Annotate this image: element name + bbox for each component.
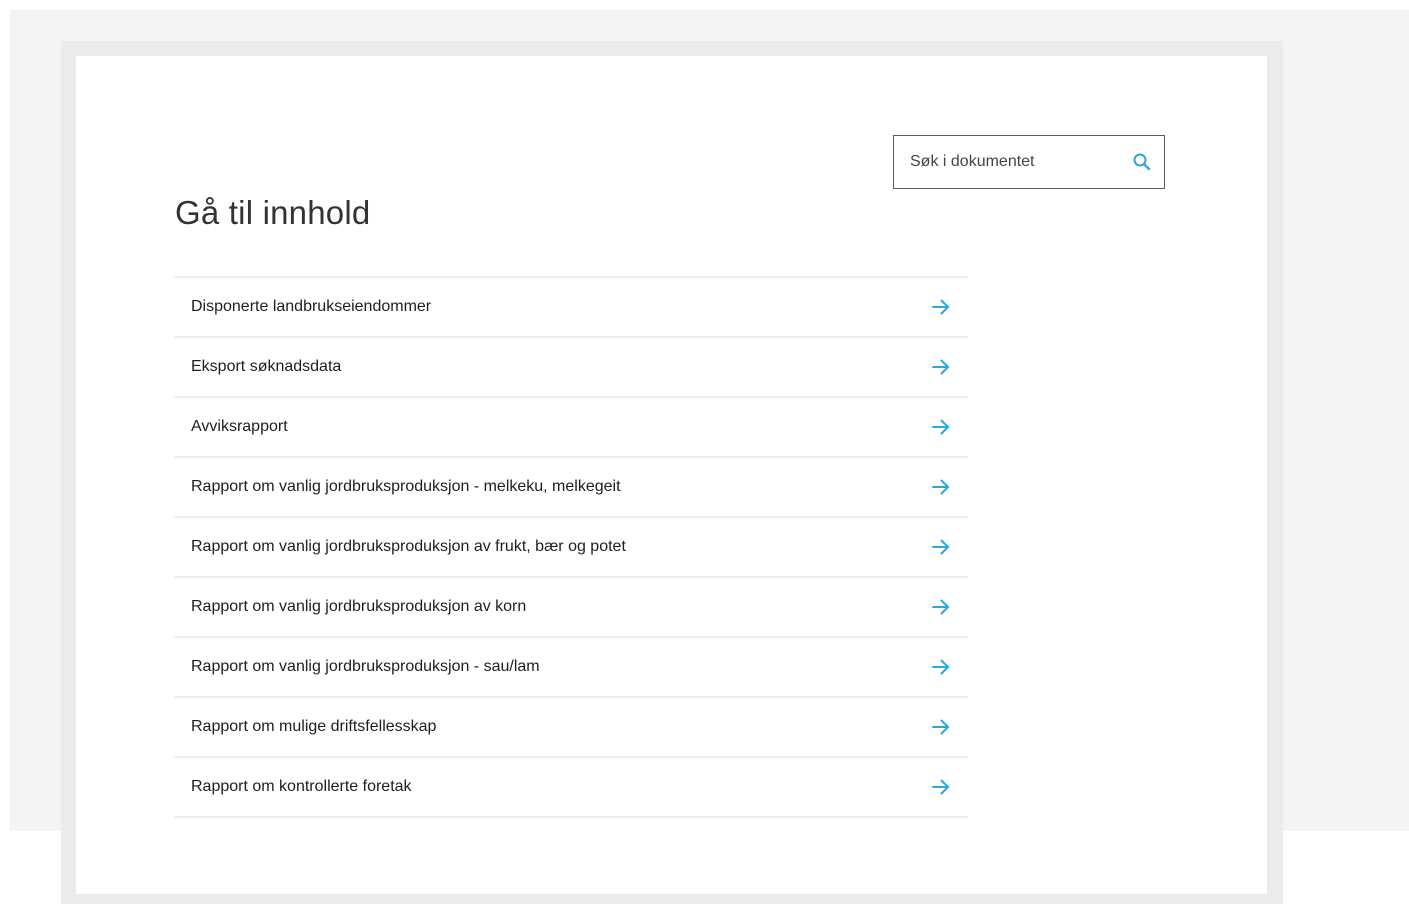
toc-item-label: Disponerte landbrukseiendommer — [191, 298, 432, 315]
search-input[interactable] — [894, 136, 1120, 188]
toc-item-kontrollerte-foretak[interactable]: Rapport om kontrollerte foretak — [174, 758, 968, 818]
arrow-right-icon — [932, 659, 949, 675]
toc-item-disponerte-landbrukseiendommer[interactable]: Disponerte landbrukseiendommer — [174, 278, 968, 338]
toc-item-label: Rapport om vanlig jordbruksproduksjon av… — [191, 598, 527, 615]
arrow-right-icon — [932, 539, 949, 555]
toc-item-frukt-baer-potet[interactable]: Rapport om vanlig jordbruksproduksjon av… — [174, 518, 968, 578]
search-box — [893, 135, 1165, 189]
arrow-right-icon — [932, 299, 949, 315]
toc-item-label: Rapport om vanlig jordbruksproduksjon - … — [191, 658, 540, 675]
arrow-right-icon — [932, 419, 949, 435]
toc-item-label: Rapport om vanlig jordbruksproduksjon av… — [191, 538, 626, 555]
arrow-right-icon — [932, 779, 949, 795]
toc-item-mulige-driftsfellesskap[interactable]: Rapport om mulige driftsfellesskap — [174, 698, 968, 758]
search-button[interactable] — [1120, 136, 1164, 188]
toc-item-melkeku-melkegeit[interactable]: Rapport om vanlig jordbruksproduksjon - … — [174, 458, 968, 518]
arrow-right-icon — [932, 719, 949, 735]
document-card: Gå til innhold Disponerte landbrukseiend… — [76, 56, 1267, 894]
toc-item-label: Rapport om mulige driftsfellesskap — [191, 718, 437, 735]
toc-item-korn[interactable]: Rapport om vanlig jordbruksproduksjon av… — [174, 578, 968, 638]
toc-item-eksport-soknadsdata[interactable]: Eksport søknadsdata — [174, 338, 968, 398]
toc-item-label: Rapport om kontrollerte foretak — [191, 778, 412, 795]
arrow-right-icon — [932, 599, 949, 615]
toc-item-label: Rapport om vanlig jordbruksproduksjon - … — [191, 478, 621, 495]
table-of-contents: Disponerte landbrukseiendommer Eksport s… — [174, 276, 968, 818]
toc-item-avviksrapport[interactable]: Avviksrapport — [174, 398, 968, 458]
search-icon — [1133, 153, 1151, 171]
toc-item-sau-lam[interactable]: Rapport om vanlig jordbruksproduksjon - … — [174, 638, 968, 698]
toc-item-label: Avviksrapport — [191, 418, 288, 435]
arrow-right-icon — [932, 479, 949, 495]
toc-item-label: Eksport søknadsdata — [191, 358, 342, 375]
page-title: Gå til innhold — [175, 194, 371, 231]
arrow-right-icon — [932, 359, 949, 375]
